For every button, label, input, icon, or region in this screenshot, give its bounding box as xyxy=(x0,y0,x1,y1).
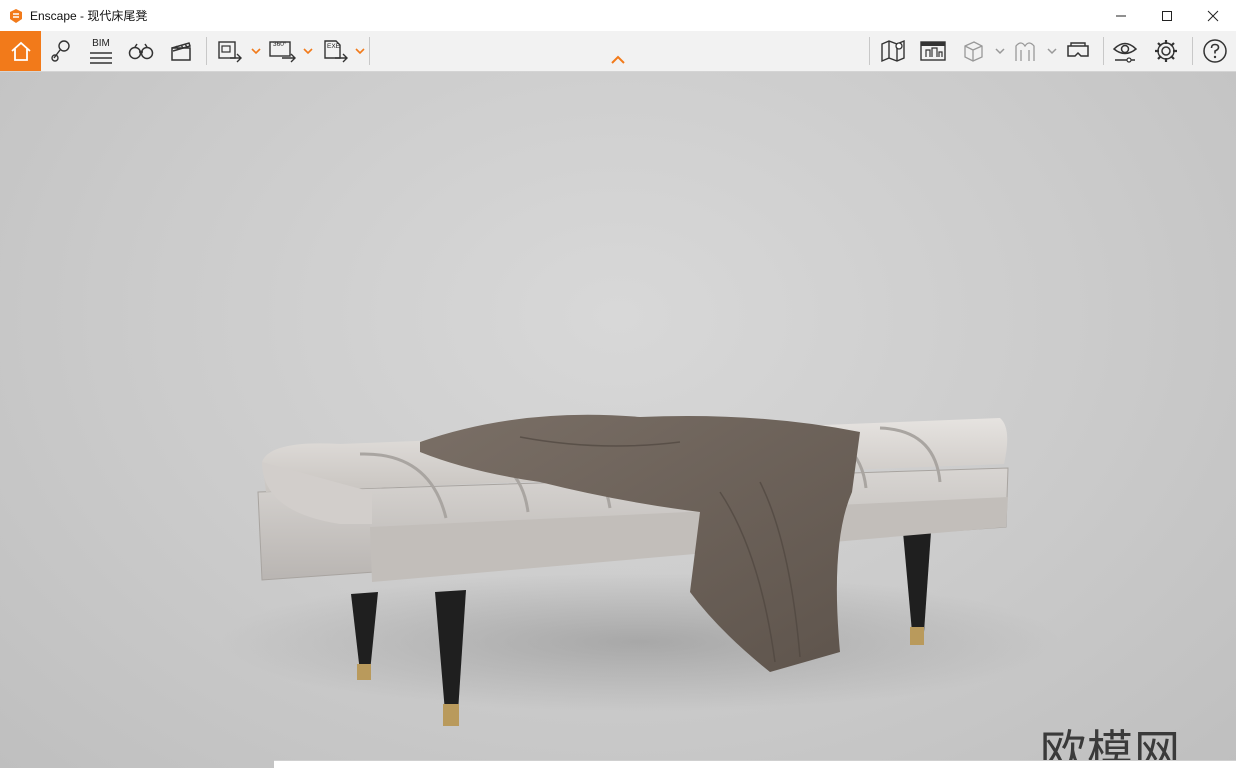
title-bar: Enscape - 现代床尾凳 xyxy=(0,0,1236,31)
exe-export-icon xyxy=(324,40,348,63)
exe-label: EXE xyxy=(327,43,341,50)
bim-label: BIM xyxy=(92,37,110,49)
exe-export-button[interactable]: EXE xyxy=(320,31,352,71)
binoculars-button[interactable] xyxy=(124,31,158,71)
maximize-button[interactable] xyxy=(1144,0,1190,31)
vr-headset-button[interactable] xyxy=(1061,31,1095,71)
close-icon xyxy=(1207,10,1219,21)
visual-settings-button[interactable] xyxy=(1108,31,1142,71)
maximize-icon xyxy=(1162,10,1172,21)
window-title: Enscape - 现代床尾凳 xyxy=(30,9,148,23)
chevron-down-icon[interactable] xyxy=(251,46,261,56)
toolbar-separator xyxy=(206,37,207,65)
cube-button[interactable] xyxy=(956,31,990,71)
minimize-icon xyxy=(1116,15,1126,16)
chevron-up-icon[interactable] xyxy=(610,55,626,65)
location-button[interactable] xyxy=(44,31,78,71)
settings-icon xyxy=(1155,40,1177,62)
minimize-button[interactable] xyxy=(1098,0,1144,31)
bim-button[interactable]: BIM xyxy=(84,31,118,71)
close-button[interactable] xyxy=(1190,0,1236,31)
chevron-down-icon[interactable] xyxy=(1047,46,1057,56)
toolbar-separator xyxy=(869,37,870,65)
chevron-down-icon[interactable] xyxy=(995,46,1005,56)
screenshot-export-icon xyxy=(218,41,242,63)
screenshot-button[interactable] xyxy=(214,31,246,71)
help-icon xyxy=(1203,39,1227,63)
map-icon xyxy=(881,39,905,63)
enscape-logo-icon xyxy=(10,8,22,23)
panorama-label: 360° xyxy=(273,41,287,48)
bim-icon xyxy=(90,51,112,64)
home-button[interactable] xyxy=(0,31,41,71)
chevron-down-icon[interactable] xyxy=(355,46,365,56)
map-button[interactable] xyxy=(876,31,910,71)
video-editor-button[interactable] xyxy=(164,31,198,71)
asset-library-button[interactable] xyxy=(916,31,950,71)
toolbar-separator xyxy=(1192,37,1193,65)
clapper-icon xyxy=(171,42,191,61)
arch-button[interactable] xyxy=(1008,31,1042,71)
binoculars-icon xyxy=(128,43,154,60)
help-button[interactable] xyxy=(1198,31,1232,71)
render-viewport[interactable]: 欧模网 xyxy=(0,72,1236,768)
asset-library-icon xyxy=(920,41,946,61)
settings-button[interactable] xyxy=(1149,31,1183,71)
panorama-button[interactable]: 360° xyxy=(266,31,300,71)
cube-icon xyxy=(964,41,983,62)
bench-render xyxy=(220,414,1060,726)
vr-headset-icon xyxy=(1067,42,1089,57)
toolbar-separator xyxy=(369,37,370,65)
toolbar: BIM 360° EXE xyxy=(0,31,1236,72)
location-icon xyxy=(51,40,70,62)
chevron-down-icon[interactable] xyxy=(303,46,313,56)
eye-icon xyxy=(1112,42,1138,63)
home-icon xyxy=(10,41,31,61)
toolbar-separator xyxy=(1103,37,1104,65)
arch-icon xyxy=(1015,42,1035,61)
